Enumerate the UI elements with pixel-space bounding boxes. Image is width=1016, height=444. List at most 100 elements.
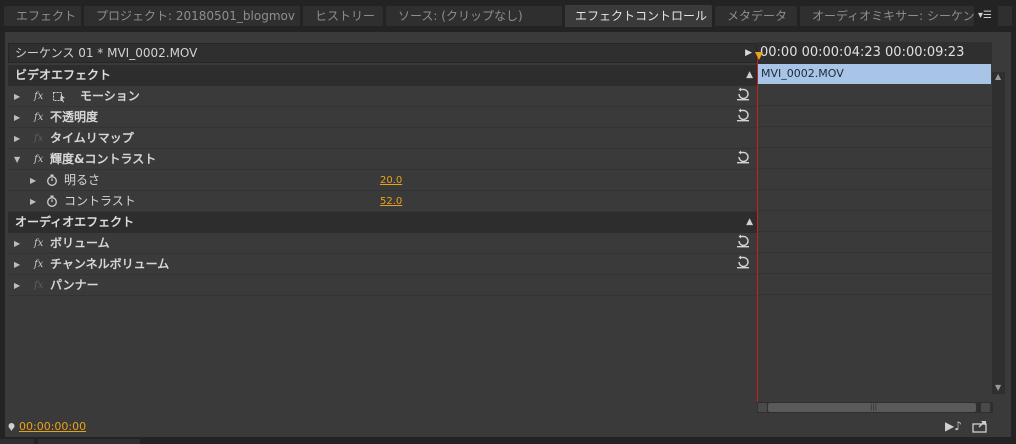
close-tab-icon[interactable]: × [711,10,712,23]
fx-toggle-icon: fx [34,133,44,144]
track-divider [757,126,992,127]
expand-triangle-icon[interactable]: ▶ [14,275,20,296]
tab-source[interactable]: ソース: (クリップなし) [386,6,562,26]
tab-label: エフェクトコントロール [575,9,708,23]
effect-label: パンナー [50,278,99,292]
track-divider [757,189,992,190]
fx-toggle-icon[interactable]: fx [34,233,43,254]
effect-label: 不透明度 [50,110,99,124]
tab-overflow[interactable] [998,6,1012,26]
tab-label: プロジェクト: 20180501_blogmov [96,9,295,23]
expand-triangle-icon[interactable]: ▶ [14,107,20,128]
collapse-up-icon[interactable]: ▲ [746,65,753,86]
expand-triangle-icon[interactable]: ▶ [14,233,20,254]
expand-triangle-icon[interactable]: ▶ [30,191,36,212]
param-value[interactable]: 20.0 [380,170,402,191]
effect-row-brightness-contrast[interactable]: ▼ fx 輝度&コントラスト [8,149,757,170]
zoom-in-handle[interactable] [981,403,990,412]
expand-triangle-icon[interactable]: ▶ [14,128,20,149]
scroll-down-icon[interactable]: ▼ [995,383,1001,392]
section-title: ビデオエフェクト [15,68,112,82]
dock-footer [0,437,1016,444]
reset-icon[interactable] [736,234,750,248]
track-divider [757,294,992,295]
reset-icon[interactable] [736,150,750,164]
tab-label: メタデータ [727,9,788,23]
playhead[interactable] [755,52,763,412]
fx-toggle-icon[interactable]: fx [34,149,43,170]
stopwatch-icon[interactable] [46,174,58,186]
track-divider [757,210,992,211]
effect-row-opacity[interactable]: ▶ fx 不透明度 [8,107,757,128]
panel-tab-bar: エフェクト プロジェクト: 20180501_blogmov ヒストリー ソース… [0,0,1016,32]
fx-toggle-icon: fx [34,280,44,291]
tab-project[interactable]: プロジェクト: 20180501_blogmov [84,6,300,26]
stopwatch-icon[interactable] [46,195,58,207]
audio-effects-section: オーディオエフェクト ▲ [8,212,757,233]
tab-metadata[interactable]: メタデータ [715,6,797,26]
param-label: コントラスト [64,194,136,208]
effects-list: シーケンス 01 * MVI_0002.MOV ▶ ビデオエフェクト ▲ ▶ f… [5,32,757,416]
time-ruler[interactable]: 00:00 00:00:04:23 00:00:09:23 [757,42,992,64]
track-divider [757,231,992,232]
effect-row-volume[interactable]: ▶ fx ボリューム [8,233,757,254]
effect-label: タイムリマップ [50,131,134,145]
sequence-header[interactable]: シーケンス 01 * MVI_0002.MOV ▶ [8,43,757,63]
effect-timeline[interactable]: 00:00 00:00:04:23 00:00:09:23 MVI_0002.M… [755,42,992,416]
footer-segment [38,439,140,444]
effect-label: モーション [80,89,140,103]
track-divider [757,147,992,148]
reset-icon[interactable] [736,108,750,122]
effect-label: ボリューム [50,236,110,250]
tab-effects[interactable]: エフェクト [4,6,81,26]
effect-row-time-remap[interactable]: ▶ fx タイムリマップ [8,128,757,149]
footer-segment [0,439,34,444]
fx-toggle-icon[interactable]: fx [34,86,43,107]
expand-triangle-icon[interactable]: ▶ [14,86,20,107]
clip-bar[interactable]: MVI_0002.MOV [757,64,991,84]
tab-effect-controls[interactable]: エフェクトコントロール× [565,5,712,27]
expand-triangle-icon[interactable]: ▶ [14,254,20,275]
track-divider [757,252,992,253]
vertical-scrollbar[interactable]: ▲ ▼ [992,72,1005,394]
param-value[interactable]: 52.0 [380,191,402,212]
playhead-handle[interactable] [755,52,763,60]
collapse-up-icon[interactable]: ▲ [746,212,753,233]
param-row-contrast[interactable]: ▶ コントラスト 52.0 [8,191,757,212]
horizontal-scrollbar[interactable]: ||| [757,402,993,413]
bottom-bar: 00:00:00:00 ▶♪ [5,416,1011,437]
panel-menu-icon[interactable]: ▾☰ [976,8,994,24]
play-audio-icon[interactable]: ▶♪ [945,419,962,433]
video-effects-section: ビデオエフェクト ▲ [8,65,757,86]
collapse-triangle-icon[interactable]: ▼ [14,149,20,170]
fx-toggle-icon[interactable]: fx [34,254,43,275]
track-divider [757,273,992,274]
grip-icon: ||| [870,403,878,411]
param-row-brightness[interactable]: ▶ 明るさ 20.0 [8,170,757,191]
transform-icon[interactable] [52,90,66,103]
section-title: オーディオエフェクト [15,215,135,229]
fx-toggle-icon[interactable]: fx [34,107,43,128]
tab-label: エフェクト [16,9,77,23]
effect-label: 輝度&コントラスト [50,152,157,166]
reset-icon[interactable] [736,255,750,269]
tab-history[interactable]: ヒストリー [303,6,383,26]
keyframe-navigator-icon[interactable] [7,422,16,431]
reset-icon[interactable] [736,87,750,101]
tab-label: ソース: (クリップなし) [398,9,523,23]
effect-row-motion[interactable]: ▶ fx モーション [8,86,757,107]
effect-row-channel-volume[interactable]: ▶ fx チャンネルボリューム [8,254,757,275]
zoom-out-handle[interactable] [758,403,767,412]
scroll-up-icon[interactable]: ▲ [995,72,1001,81]
param-label: 明るさ [64,173,101,187]
chevron-right-icon[interactable]: ▶ [745,44,752,62]
tab-label: ヒストリー [315,9,376,23]
tab-audio-mixer[interactable]: オーディオミキサー: シーケンス [800,6,974,26]
track-divider [757,105,992,106]
effect-row-panner[interactable]: ▶ fx パンナー [8,275,757,296]
effect-label: チャンネルボリューム [50,257,170,271]
export-icon[interactable] [972,419,988,433]
sequence-label: シーケンス 01 * MVI_0002.MOV [15,46,198,60]
current-timecode[interactable]: 00:00:00:00 [19,416,86,437]
expand-triangle-icon[interactable]: ▶ [30,170,36,191]
